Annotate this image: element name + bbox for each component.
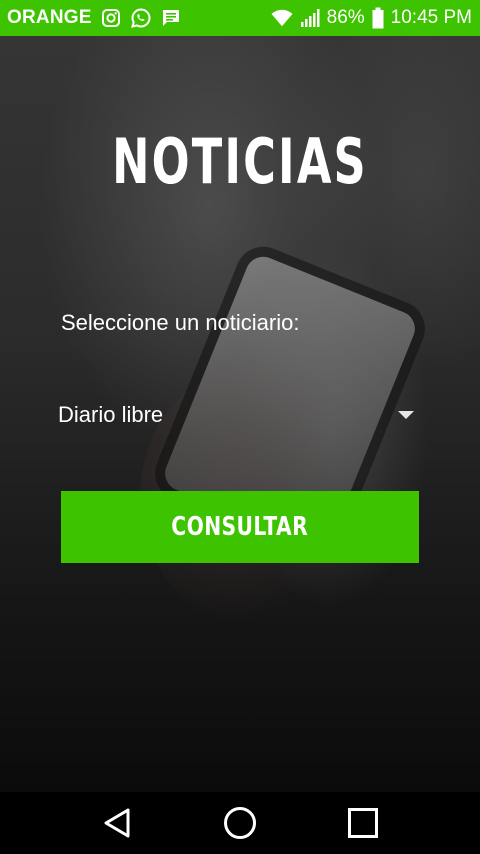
home-icon	[223, 807, 256, 839]
wifi-icon	[271, 7, 293, 29]
message-icon	[160, 7, 182, 29]
carrier-name: ORANGE	[7, 7, 92, 28]
consultar-button[interactable]: CONSULTAR	[61, 491, 419, 563]
status-bar: ORANGE 86% 10:45 PM	[0, 0, 480, 36]
dropdown-arrow-icon	[398, 411, 414, 419]
back-button[interactable]	[97, 803, 137, 843]
select-label: Seleccione un noticiario:	[61, 310, 300, 335]
newspaper-select-value: Diario libre	[58, 402, 164, 427]
recents-icon	[348, 808, 379, 838]
newspaper-select[interactable]: Diario libre	[58, 395, 418, 435]
instagram-icon	[100, 7, 122, 29]
whatsapp-icon	[130, 7, 152, 29]
page-title: NOTICIAS	[112, 125, 368, 198]
signal-icon	[299, 7, 321, 29]
status-bar-right: 86% 10:45 PM	[271, 7, 472, 29]
battery-icon	[371, 7, 385, 29]
clock: 10:45 PM	[390, 7, 472, 28]
consultar-button-label: CONSULTAR	[171, 512, 309, 542]
navigation-bar	[0, 792, 480, 854]
home-button[interactable]	[220, 803, 260, 843]
battery-percent: 86%	[326, 7, 365, 28]
recents-button[interactable]	[343, 803, 383, 843]
status-bar-left: ORANGE	[7, 7, 182, 29]
back-icon	[104, 808, 130, 838]
